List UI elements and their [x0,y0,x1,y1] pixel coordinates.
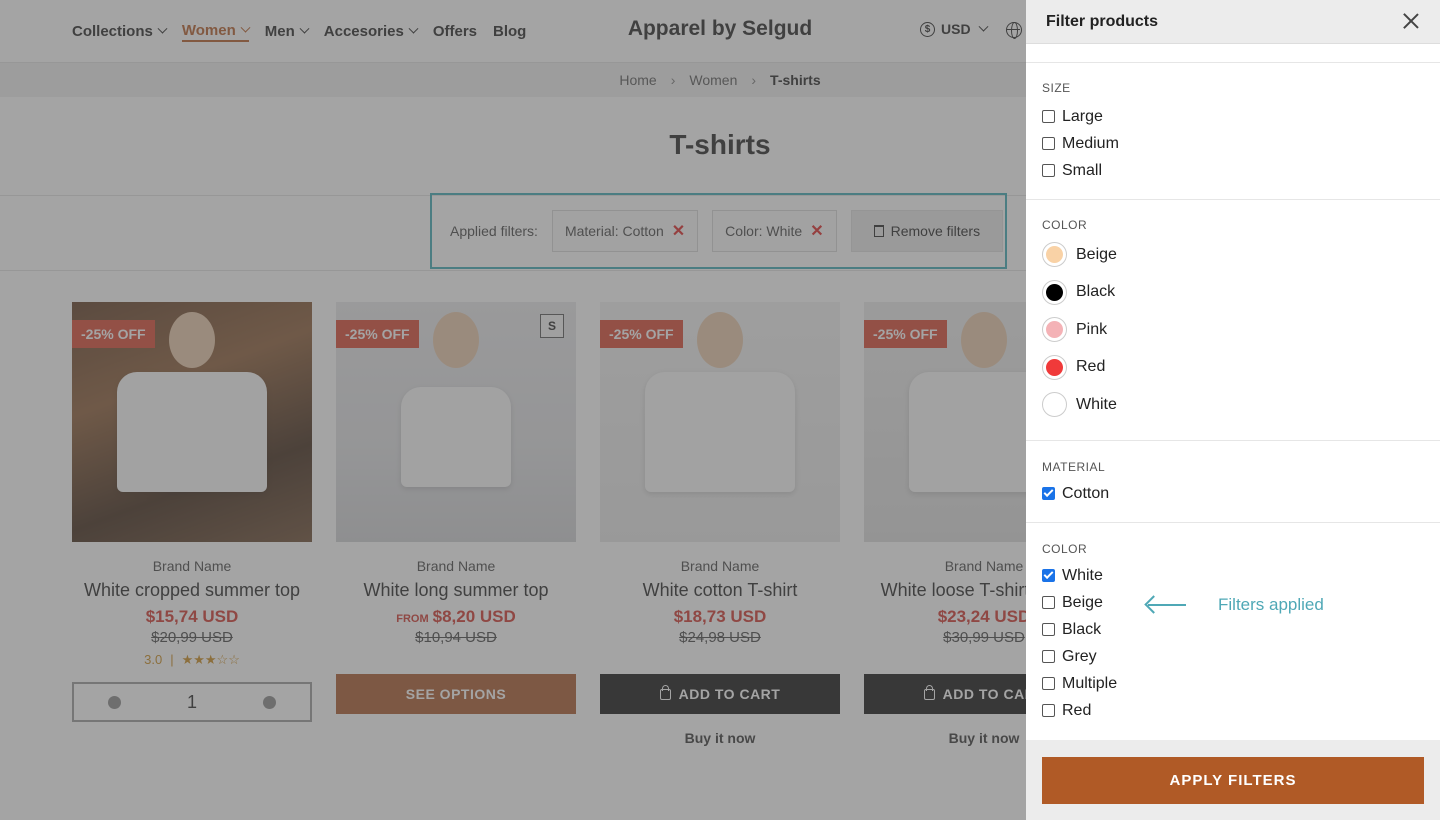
chevron-right-icon: › [670,72,676,88]
checkbox[interactable] [1042,137,1055,150]
section-label: COLOR [1042,542,1088,556]
color-swatch-white[interactable]: White [1042,386,1424,424]
close-icon[interactable] [1402,12,1420,30]
color-swatch-red[interactable]: Red [1042,349,1424,387]
filter-section-color-swatches: COLOR Beige Black Pink Red White [1026,199,1440,440]
product-image[interactable]: -25% OFF [72,302,312,542]
size-tag: S [540,314,564,338]
filter-panel: Filter products SIZE Large Medium Small … [1026,0,1440,820]
color-swatch[interactable] [1042,279,1067,305]
checkbox[interactable] [1042,623,1055,636]
product-card[interactable]: -25% OFF Brand Name White cotton T-shirt… [600,302,840,746]
arrow-left-icon [1148,604,1186,606]
filter-panel-body[interactable]: SIZE Large Medium Small COLOR Beige Blac… [1026,44,1440,740]
product-image[interactable]: -25% OFF [600,302,840,542]
color-swatch[interactable] [1042,317,1067,343]
color-option-red[interactable]: Red [1042,697,1424,724]
filter-panel-footer: APPLY FILTERS [1026,740,1440,820]
discount-badge: -25% OFF [336,320,419,348]
product-card[interactable]: -25% OFF S Brand Name White long summer t… [336,302,576,746]
remove-x-icon: ✕ [671,223,686,240]
color-swatch[interactable] [1042,242,1067,268]
color-option-black[interactable]: Black [1042,616,1424,643]
remove-x-icon: ✕ [810,223,824,240]
currency-selector[interactable]: $ USD [920,21,989,37]
section-label: MATERIAL [1042,460,1106,474]
color-swatch-beige[interactable]: Beige [1042,236,1424,274]
checkbox[interactable] [1042,677,1055,690]
checkbox[interactable] [1042,650,1055,663]
size-option-medium[interactable]: Medium [1042,130,1424,157]
filter-panel-title: Filter products [1046,13,1159,30]
checkbox-checked[interactable] [1042,487,1055,500]
product-name[interactable]: White cropped summer top [72,579,312,601]
product-brand: Brand Name [416,558,496,574]
chevron-right-icon: › [751,72,757,88]
quantity-stepper: 1 [72,682,312,722]
section-label: COLOR [1042,218,1088,232]
product-grid: -25% OFF Brand Name White cropped summer… [72,302,1104,746]
checkbox[interactable] [1042,110,1055,123]
size-option-large[interactable]: Large [1042,103,1424,130]
shopping-bag-icon [659,684,671,700]
product-price: $15,74 USD [145,607,239,626]
discount-badge: -25% OFF [72,320,155,348]
filters-applied-annotation: Filters applied [1148,595,1324,615]
section-label: SIZE [1042,81,1071,95]
remove-filters-button[interactable]: Remove filters [850,210,1004,252]
product-price: FROM $8,20 USD [396,607,516,626]
filter-section-material: MATERIAL Cotton [1026,440,1440,522]
product-brand: Brand Name [152,558,232,574]
checkbox[interactable] [1042,596,1055,609]
breadcrumb-home[interactable]: Home [619,72,656,88]
filter-panel-header: Filter products [1026,0,1440,44]
color-swatch[interactable] [1042,392,1067,418]
color-option-grey[interactable]: Grey [1042,643,1424,670]
trash-icon [873,225,884,237]
product-name[interactable]: White long summer top [336,579,576,601]
shopping-bag-icon [923,684,935,700]
product-card[interactable]: -25% OFF Brand Name White cropped summer… [72,302,312,746]
apply-filters-button[interactable]: APPLY FILTERS [1042,757,1424,804]
add-to-cart-button[interactable]: ADD TO CART [600,674,840,714]
product-old-price: $20,99 USD [151,629,233,646]
checkbox-checked[interactable] [1042,569,1055,582]
globe-icon[interactable] [1006,22,1022,39]
checkbox[interactable] [1042,164,1055,177]
checkbox[interactable] [1042,704,1055,717]
color-swatch-pink[interactable]: Pink [1042,311,1424,349]
product-rating: 3.0 | ★★★☆☆ [144,652,240,667]
breadcrumb-current: T-shirts [770,72,821,88]
product-price: $18,73 USD [673,607,767,626]
filter-chip-material[interactable]: Material: Cotton ✕ [551,210,699,252]
product-brand: Brand Name [680,558,760,574]
product-image[interactable]: -25% OFF S [336,302,576,542]
applied-filters-label: Applied filters: [450,223,538,239]
material-option-cotton[interactable]: Cotton [1042,480,1424,507]
see-options-button[interactable]: SEE OPTIONS [336,674,576,714]
color-swatch-black[interactable]: Black [1042,274,1424,312]
product-old-price: $24,98 USD [679,629,761,646]
plus-icon[interactable] [262,695,276,709]
breadcrumb-women[interactable]: Women [689,72,737,88]
dollar-coin-icon: $ [920,21,935,37]
color-swatch[interactable] [1042,354,1067,380]
size-option-small[interactable]: Small [1042,157,1424,184]
product-name[interactable]: White cotton T-shirt [600,579,840,601]
minus-icon[interactable] [108,695,121,709]
buy-now-link[interactable]: Buy it now [600,730,840,746]
discount-badge: -25% OFF [600,320,683,348]
color-option-multiple[interactable]: Multiple [1042,670,1424,697]
applied-filters-bar: Applied filters: Material: Cotton ✕ Color… [430,193,1007,269]
filter-chip-color[interactable]: Color: White ✕ [712,210,837,252]
product-old-price: $10,94 USD [415,629,497,646]
filter-section-size: SIZE Large Medium Small [1026,62,1440,199]
discount-badge: -25% OFF [864,320,947,348]
filter-section-color-list: COLOR White Beige Black Grey Multiple Re… [1026,522,1440,740]
chevron-down-icon [978,21,989,32]
color-option-white[interactable]: White [1042,562,1424,589]
star-rating-icons: ★★★☆☆ [181,652,240,667]
